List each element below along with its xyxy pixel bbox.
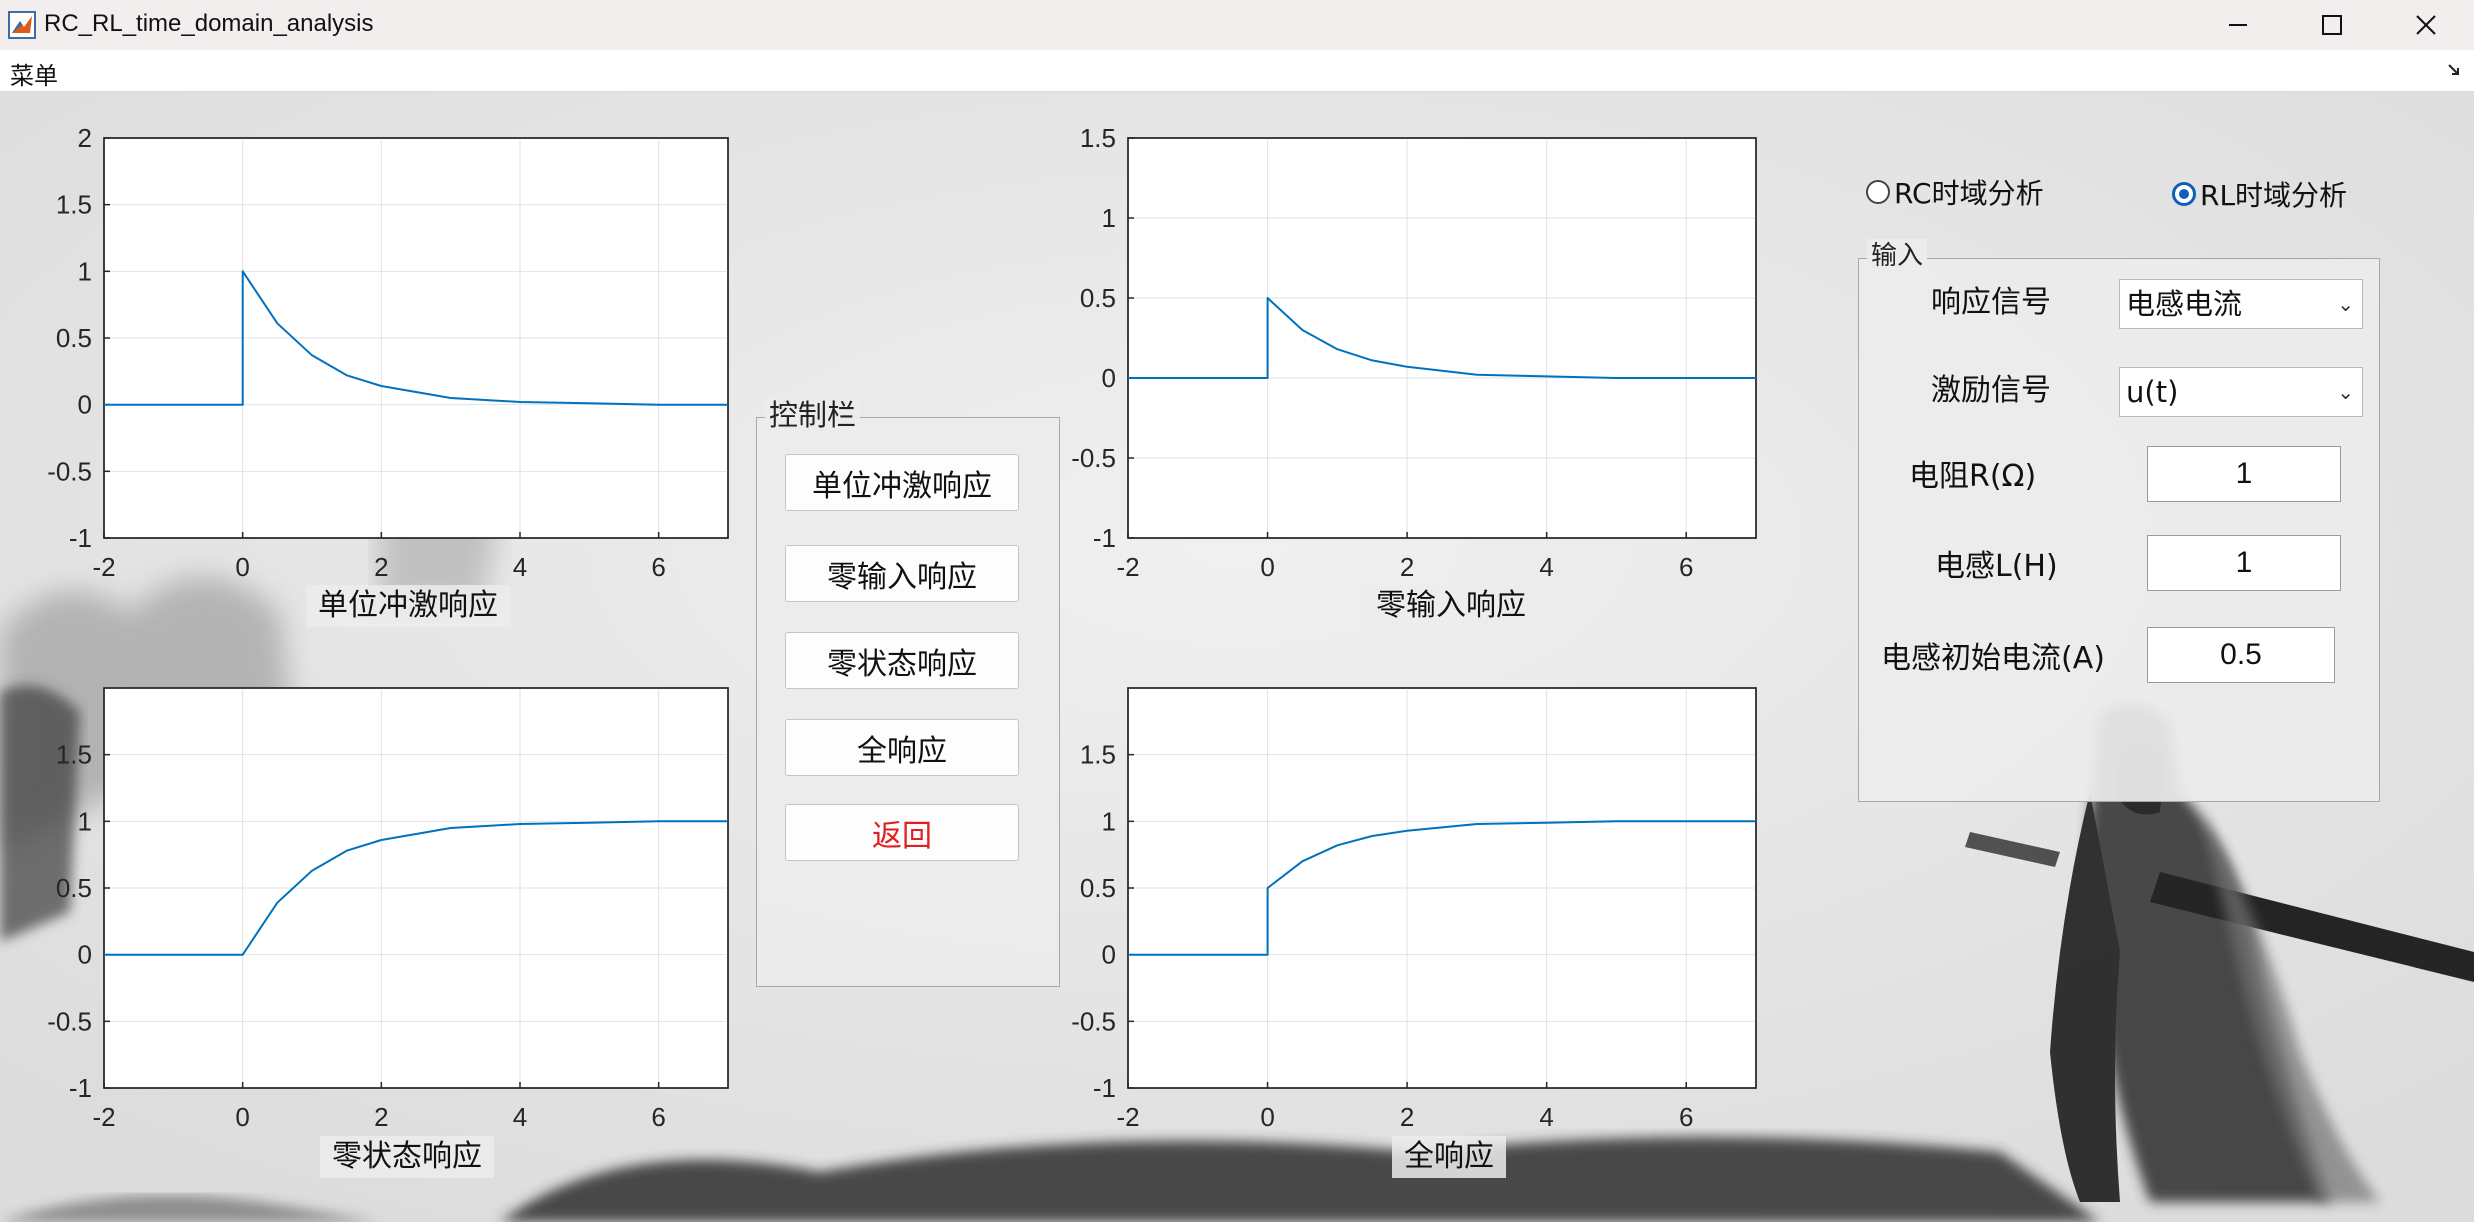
- radio-circle-icon[interactable]: [1866, 180, 1890, 204]
- caption-zero-state-response: 零状态响应: [320, 1136, 494, 1178]
- impulse-response-button[interactable]: 单位冲激响应: [785, 454, 1019, 511]
- radio-circle-icon[interactable]: [2172, 182, 2196, 206]
- control-panel-title: 控制栏: [765, 398, 861, 432]
- title-bar: RC_RL_time_domain_analysis: [0, 0, 2474, 51]
- complete-response-button[interactable]: 全响应: [785, 719, 1019, 776]
- radio-rl-analysis[interactable]: RL时域分析: [2172, 174, 2347, 214]
- close-icon: [2416, 15, 2436, 35]
- zero-input-response-button[interactable]: 零输入响应: [785, 545, 1019, 602]
- radio-rl-label: RL时域分析: [2200, 179, 2348, 212]
- maximize-button[interactable]: [2286, 0, 2378, 50]
- menu-bar: 菜单: [0, 50, 2474, 92]
- resistance-field[interactable]: 1: [2147, 446, 2341, 502]
- initial-current-label: 电感初始电流(A): [1881, 641, 2105, 676]
- initial-current-field[interactable]: 0.5: [2147, 627, 2335, 683]
- maximize-icon: [2322, 15, 2342, 35]
- radio-rc-label: RC时域分析: [1894, 177, 2044, 210]
- excitation-signal-value: u(t): [2126, 375, 2179, 409]
- minimize-button[interactable]: [2192, 0, 2284, 50]
- caption-complete-response: 全响应: [1392, 1136, 1506, 1178]
- back-button[interactable]: 返回: [785, 804, 1019, 861]
- excitation-signal-select[interactable]: u(t) ⌄: [2119, 367, 2363, 417]
- response-signal-value: 电感电流: [2126, 287, 2243, 321]
- minimize-icon: [2229, 24, 2247, 26]
- input-panel-title: 输入: [1867, 239, 1928, 273]
- close-button[interactable]: [2380, 0, 2472, 50]
- main-content: -2 0 2 4 6 2 1.5 1 0.5 0 -0.5 -1 -2 0 2 4 6 1.5 1 0.5 0 -0.5…: [0, 92, 2474, 1222]
- chevron-down-icon: ⌄: [2337, 380, 2354, 404]
- inductance-label: 电感L(H): [1935, 549, 2058, 584]
- caption-impulse-response: 单位冲激响应: [306, 585, 510, 627]
- caption-zero-input-response: 零输入响应: [1364, 585, 1538, 627]
- resistance-label: 电阻R(Ω): [1909, 459, 2037, 494]
- zero-state-response-button[interactable]: 零状态响应: [785, 632, 1019, 689]
- input-panel: 输入 响应信号 电感电流 ⌄ 激励信号 u(t) ⌄ 电阻R(Ω) 1 电感L(…: [1858, 239, 2380, 802]
- inductance-field[interactable]: 1: [2147, 535, 2341, 591]
- menu-toggle-icon[interactable]: [2446, 62, 2462, 78]
- matlab-app-icon: [8, 11, 36, 39]
- response-signal-label: 响应信号: [1931, 285, 2051, 320]
- chevron-down-icon: ⌄: [2337, 292, 2354, 316]
- excitation-signal-label: 激励信号: [1931, 373, 2051, 408]
- window-title: RC_RL_time_domain_analysis: [44, 10, 374, 37]
- control-panel: 控制栏 单位冲激响应 零输入响应 零状态响应 全响应 返回: [756, 398, 1060, 987]
- menu-item[interactable]: 菜单: [10, 56, 58, 91]
- radio-rc-analysis[interactable]: RC时域分析: [1866, 172, 2044, 212]
- response-signal-select[interactable]: 电感电流 ⌄: [2119, 279, 2363, 329]
